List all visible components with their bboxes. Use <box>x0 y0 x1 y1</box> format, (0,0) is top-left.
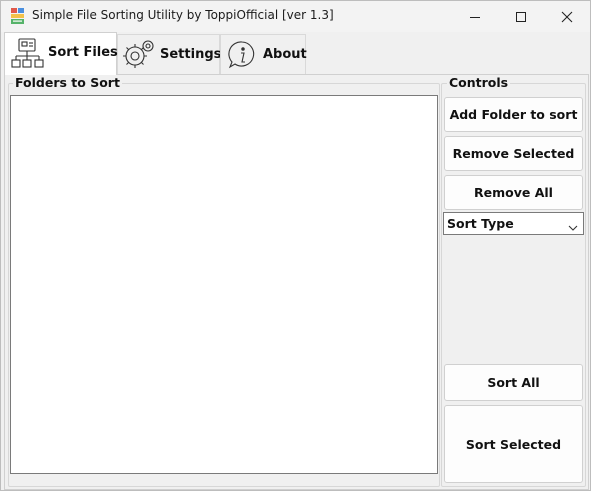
sort-all-button[interactable]: Sort All <box>444 364 583 401</box>
maximize-button[interactable] <box>498 1 544 32</box>
remove-selected-button[interactable]: Remove Selected <box>444 136 583 171</box>
app-logo-icon <box>10 7 26 25</box>
tab-sort-files[interactable]: Sort Files <box>4 32 118 75</box>
close-icon <box>561 11 573 23</box>
close-button[interactable] <box>544 1 590 32</box>
window-title: Simple File Sorting Utility by ToppiOffi… <box>32 8 334 22</box>
chevron-down-icon <box>568 220 578 235</box>
folder-list[interactable] <box>10 95 438 474</box>
sort-type-value: Sort Type <box>447 216 514 231</box>
remove-all-button[interactable]: Remove All <box>444 175 583 210</box>
sort-selected-button[interactable]: Sort Selected <box>444 405 583 483</box>
info-icon <box>226 39 258 75</box>
app-window: Simple File Sorting Utility by ToppiOffi… <box>0 0 591 491</box>
tab-about-label: About <box>263 47 307 62</box>
tab-about[interactable]: About <box>220 34 307 75</box>
title-bar[interactable]: Simple File Sorting Utility by ToppiOffi… <box>1 1 590 32</box>
tab-settings-label: Settings <box>160 47 222 62</box>
folders-group-label: Folders to Sort <box>13 75 122 90</box>
controls-group-label: Controls <box>447 75 511 90</box>
folder-tree-icon <box>10 37 46 75</box>
tab-sort-files-label: Sort Files <box>48 45 118 60</box>
tab-strip: Sort Files Settings About <box>1 32 590 76</box>
minimize-icon <box>469 11 481 23</box>
maximize-icon <box>515 11 527 23</box>
minimize-button[interactable] <box>452 1 498 32</box>
sort-type-select[interactable]: Sort Type <box>443 212 584 235</box>
tab-settings[interactable]: Settings <box>117 34 222 76</box>
gear-icon <box>121 38 155 76</box>
add-folder-button[interactable]: Add Folder to sort <box>444 97 583 132</box>
